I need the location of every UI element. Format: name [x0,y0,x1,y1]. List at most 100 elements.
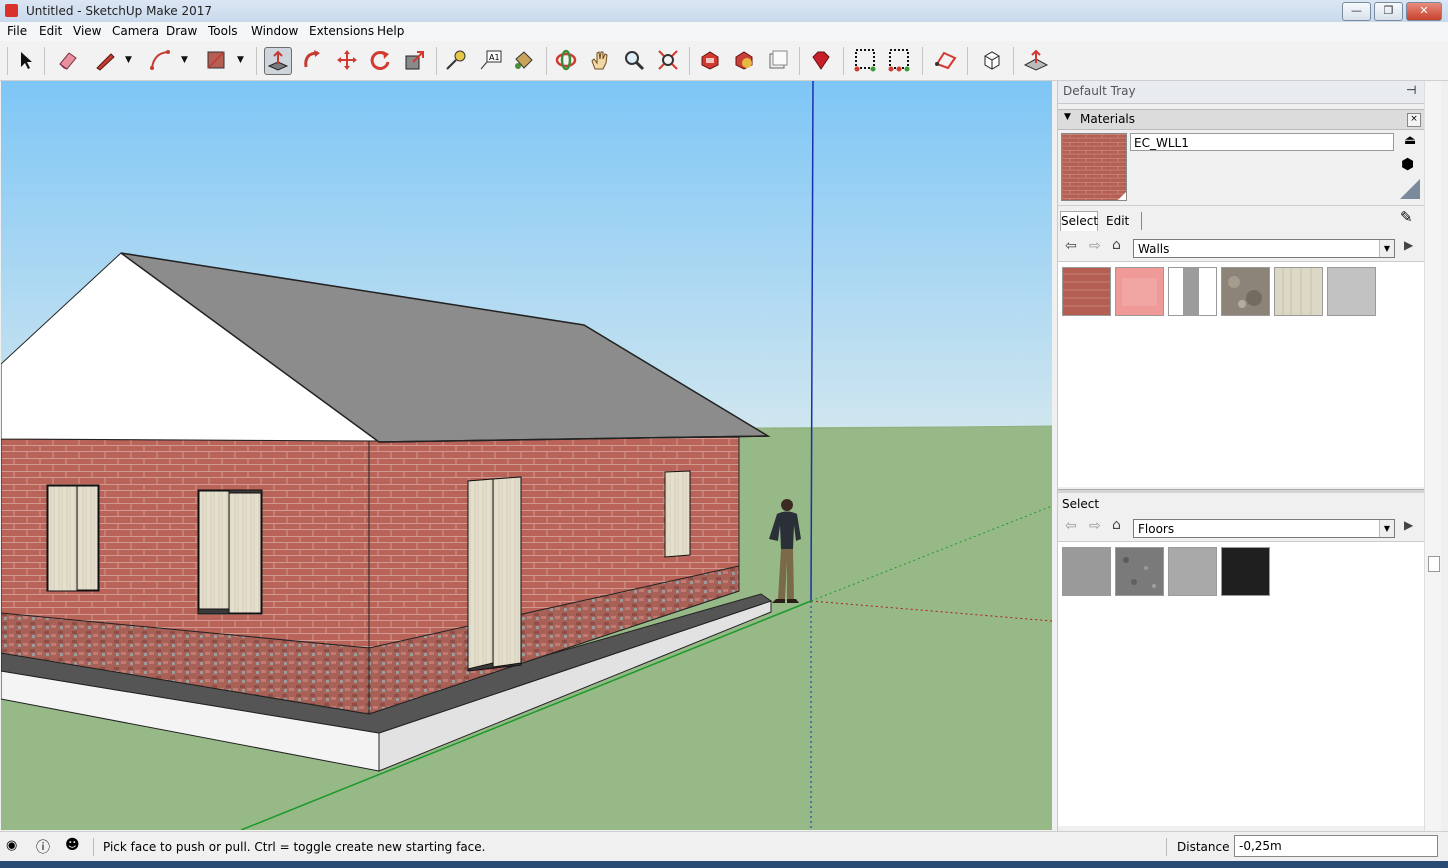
menu-file[interactable]: File [7,24,27,38]
materials-panel-title: Materials [1080,112,1136,126]
swatch-floor-black[interactable] [1221,547,1270,596]
home-icon[interactable]: ⌂ [1112,237,1121,253]
group-grid-icon[interactable] [887,47,913,73]
extension-warehouse-icon[interactable] [731,47,757,73]
text-label-icon[interactable]: A1 [478,47,504,73]
tray-title: Default Tray [1063,84,1136,98]
eyedropper-icon[interactable]: ✎ [1400,208,1413,226]
forward-arrow-icon[interactable]: ⇨ [1089,238,1101,254]
eraser-icon[interactable] [54,47,80,73]
tape-measure-icon[interactable] [443,47,469,73]
pencil-line-icon[interactable] [92,47,118,73]
measurement-value-box[interactable]: -0,25m [1234,835,1438,857]
sandbox-icon[interactable] [1023,47,1049,73]
swatch-floor-concrete[interactable] [1062,547,1111,596]
details-arrow-icon-2[interactable]: ▶ [1404,518,1413,532]
polygon-select-icon[interactable] [933,47,959,73]
sample-paint-icon[interactable] [1400,179,1420,199]
zoom-icon[interactable] [621,47,647,73]
close-panel-icon[interactable]: × [1407,113,1421,127]
back-arrow-icon[interactable]: ⇦ [1065,238,1077,254]
menu-edit[interactable]: Edit [39,24,62,38]
swatch-floor-gravel[interactable] [1115,547,1164,596]
line-dropdown-icon[interactable]: ▼ [125,55,132,65]
follow-me-icon[interactable] [300,47,326,73]
window-title: Untitled - SketchUp Make 2017 [26,4,213,18]
pin-icon[interactable]: ⊣ [1406,83,1416,97]
sketchup-app-icon [5,4,18,17]
menu-tools[interactable]: Tools [208,24,238,38]
display-secondary-pane-icon[interactable]: ⏏ [1404,133,1416,148]
swatch-wall-brick[interactable] [1062,267,1111,316]
scrollbar-thumb[interactable] [1428,556,1440,572]
materials-panel-header[interactable]: ▼ Materials × [1058,109,1424,130]
maximize-button[interactable]: ❐ [1374,2,1403,21]
os-taskbar [0,861,1448,868]
tab-select[interactable]: Select [1060,211,1098,231]
menu-help[interactable]: Help [377,24,404,38]
library-select-walls-value: Walls [1138,242,1170,256]
arc-dropdown-icon[interactable]: ▼ [181,55,188,65]
3d-warehouse-icon[interactable] [697,47,723,73]
zoom-extents-icon[interactable] [655,47,681,73]
credits-info-icon[interactable]: ⓘ [36,837,50,857]
back-arrow-icon-2[interactable]: ⇦ [1065,518,1077,534]
shape-dropdown-icon[interactable]: ▼ [237,55,244,65]
menu-view[interactable]: View [73,24,101,38]
details-arrow-icon[interactable]: ▶ [1404,238,1413,252]
move-icon[interactable] [334,47,360,73]
forward-arrow-icon-2[interactable]: ⇨ [1089,518,1101,534]
components-box-icon[interactable] [979,47,1005,73]
create-material-icon[interactable]: ⬢ [1401,155,1414,173]
material-name-field[interactable]: EC_WLL1 [1130,133,1394,151]
swatch-wall-grey-strip[interactable] [1168,267,1217,316]
swatch-wall-stone[interactable] [1221,267,1270,316]
collapse-triangle-icon[interactable]: ▼ [1064,112,1071,122]
rectangle-icon[interactable] [203,47,229,73]
library-select-walls[interactable]: Walls ▼ [1133,239,1395,258]
paint-bucket-icon[interactable] [510,47,536,73]
menu-extensions[interactable]: Extensions [309,24,374,38]
scene-canvas[interactable] [1,81,1052,830]
svg-text:A1: A1 [489,53,500,62]
geo-location-icon[interactable]: ◉ [6,838,17,853]
menu-bar: File Edit View Camera Draw Tools Window … [0,22,1448,42]
model-viewport[interactable] [1,81,1052,830]
tray-scrollbar[interactable] [1424,81,1441,831]
arc-icon[interactable] [147,47,173,73]
menu-draw[interactable]: Draw [166,24,197,38]
component-grid-icon[interactable] [853,47,879,73]
push-pull-icon[interactable] [264,47,292,75]
measurement-label: Distance [1177,840,1230,854]
menu-camera[interactable]: Camera [112,24,159,38]
minimize-button[interactable]: — [1342,2,1371,21]
current-material-preview [1061,133,1127,201]
pan-hand-icon[interactable] [587,47,613,73]
toolbar: ▼ ▼ ▼ A1 [0,41,1448,81]
scale-icon[interactable] [402,47,428,73]
tab-edit[interactable]: Edit [1098,212,1142,230]
floors-swatch-list [1058,541,1424,826]
home-icon-2[interactable]: ⌂ [1112,517,1121,533]
secondary-pane-header: Select [1062,497,1100,511]
chevron-down-icon-2[interactable]: ▼ [1379,520,1394,537]
rotate-icon[interactable] [367,47,393,73]
library-select-floors-value: Floors [1138,522,1175,536]
orbit-icon[interactable] [553,47,579,73]
title-bar: Untitled - SketchUp Make 2017 — ❐ ✕ [0,0,1448,23]
default-tray: Default Tray ⊣ ▼ Materials × EC_WLL1 ⏏ ⬢… [1057,81,1424,831]
swatch-wall-wood[interactable] [1274,267,1323,316]
walls-swatch-list [1058,261,1424,487]
select-arrow-icon[interactable] [13,47,39,73]
chevron-down-icon[interactable]: ▼ [1379,240,1394,257]
swatch-wall-grey[interactable] [1327,267,1376,316]
ruby-console-icon[interactable] [808,47,834,73]
swatch-floor-grey[interactable] [1168,547,1217,596]
swatch-wall-pink[interactable] [1115,267,1164,316]
library-select-floors[interactable]: Floors ▼ [1133,519,1395,538]
layout-icon[interactable] [765,47,791,73]
status-message: Pick face to push or pull. Ctrl = toggle… [103,840,486,854]
close-button[interactable]: ✕ [1406,2,1442,21]
user-account-icon[interactable]: ☻ [65,837,80,853]
menu-window[interactable]: Window [251,24,298,38]
